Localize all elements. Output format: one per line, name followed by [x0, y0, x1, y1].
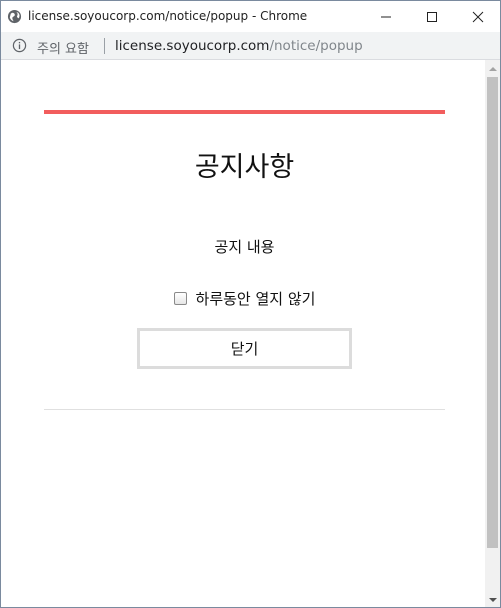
- url-host: license.soyoucorp.com: [115, 38, 270, 54]
- scroll-up-arrow-icon: [488, 66, 497, 71]
- close-button[interactable]: 닫기: [137, 328, 352, 369]
- page-content: 공지사항 공지 내용 하루동안 열지 않기 닫기: [1, 60, 485, 607]
- address-separator: [104, 38, 105, 54]
- dont-show-today-row[interactable]: 하루동안 열지 않기: [44, 288, 445, 309]
- close-icon: [472, 11, 484, 22]
- minimize-icon: [381, 16, 391, 17]
- scroll-down-arrow-icon: [488, 597, 497, 602]
- info-icon[interactable]: [12, 38, 27, 53]
- popup-window: license.soyoucorp.com/notice/popup - Chr…: [0, 0, 501, 608]
- window-title: license.soyoucorp.com/notice/popup - Chr…: [28, 9, 308, 23]
- maximize-icon: [427, 11, 437, 22]
- scroll-thumb[interactable]: [487, 77, 498, 548]
- url-text[interactable]: license.soyoucorp.com/notice/popup: [115, 38, 363, 54]
- maximize-button[interactable]: [409, 1, 455, 32]
- vertical-scrollbar[interactable]: [485, 60, 500, 607]
- accent-bar: [44, 110, 445, 114]
- scroll-up-button[interactable]: [485, 60, 500, 77]
- title-bar[interactable]: license.soyoucorp.com/notice/popup - Chr…: [1, 1, 500, 32]
- dont-show-today-checkbox[interactable]: [173, 292, 187, 305]
- address-bar[interactable]: 주의 요함 license.soyoucorp.com/notice/popup: [1, 32, 500, 60]
- scroll-down-button[interactable]: [485, 591, 500, 607]
- window-close-button[interactable]: [455, 1, 500, 32]
- divider: [44, 409, 445, 410]
- url-path: /notice/popup: [269, 38, 363, 54]
- security-label[interactable]: 주의 요함: [37, 38, 89, 57]
- dont-show-today-label[interactable]: 하루동안 열지 않기: [196, 288, 316, 309]
- globe-icon: [7, 9, 22, 24]
- minimize-button[interactable]: [363, 1, 409, 32]
- notice-title: 공지사항: [194, 152, 295, 183]
- notice-body: 공지 내용: [214, 238, 275, 256]
